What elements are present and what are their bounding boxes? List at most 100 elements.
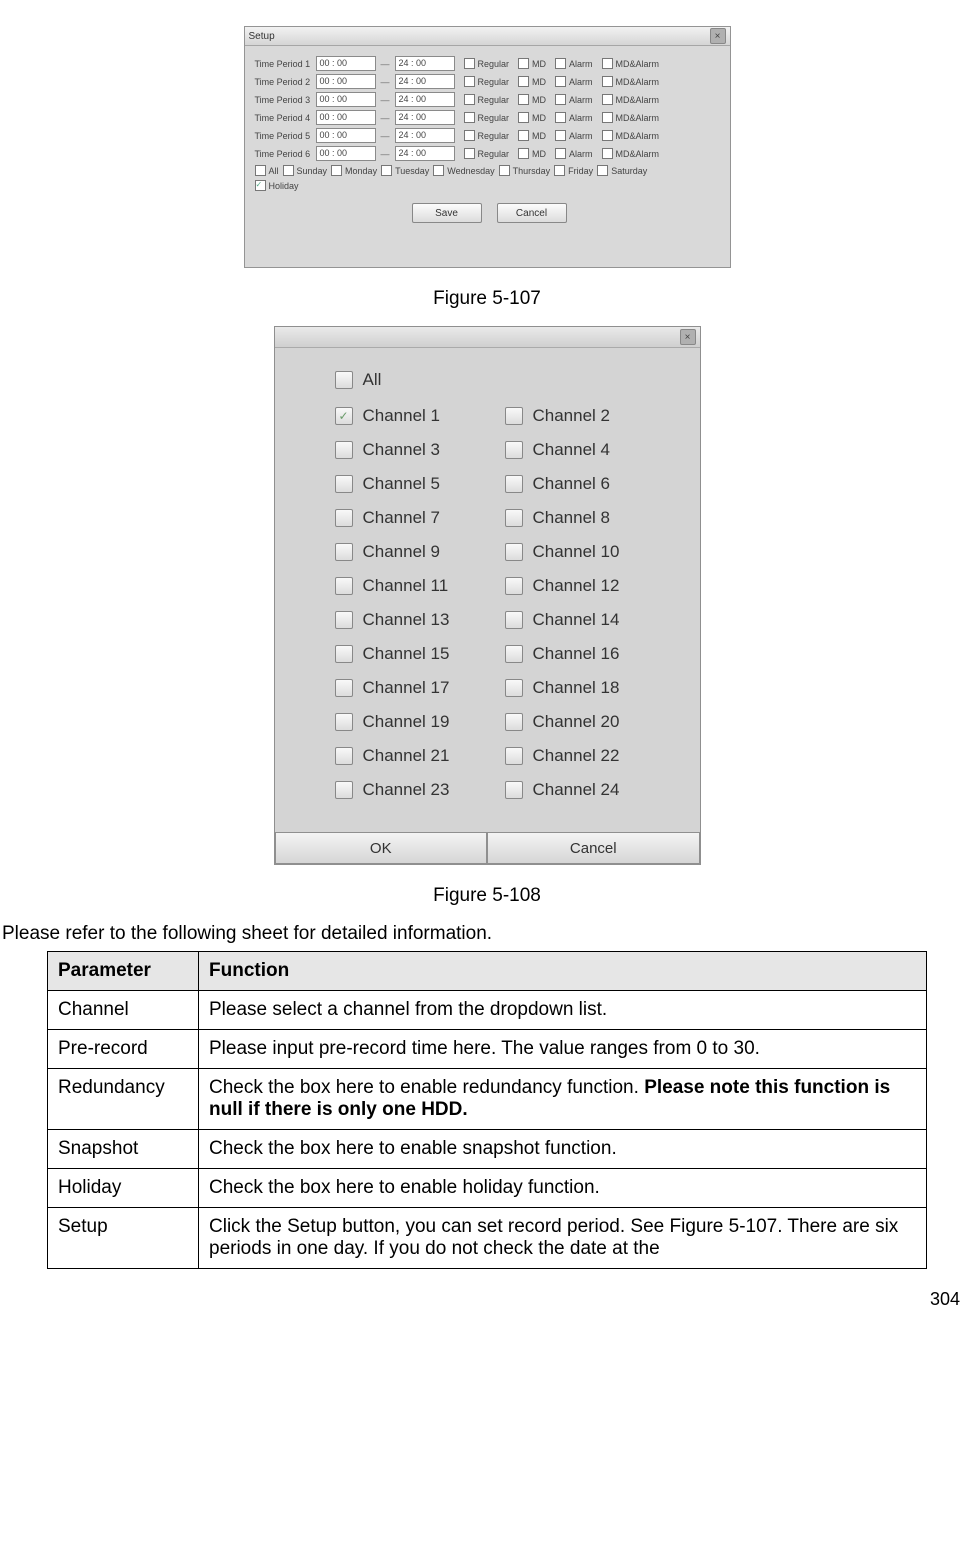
- checkbox-channel[interactable]: [505, 781, 523, 799]
- checkbox-md[interactable]: [518, 130, 529, 141]
- checkbox-md&alarm[interactable]: [602, 76, 613, 87]
- checkbox-alarm[interactable]: [555, 76, 566, 87]
- checkbox-channel[interactable]: [335, 645, 353, 663]
- checkbox-alarm[interactable]: [555, 112, 566, 123]
- checkbox-channel[interactable]: [505, 509, 523, 527]
- table-cell-func: Check the box here to enable holiday fun…: [199, 1169, 927, 1208]
- checkbox-all[interactable]: [335, 371, 353, 389]
- checkbox-channel[interactable]: [505, 577, 523, 595]
- period-label: Time Period 1: [255, 59, 313, 69]
- figure-107-caption: Figure 5-107: [0, 288, 974, 310]
- period-label: Time Period 2: [255, 77, 313, 87]
- checkbox-md[interactable]: [518, 148, 529, 159]
- checkbox-day[interactable]: [331, 165, 342, 176]
- time-start-input[interactable]: 00 : 00: [316, 128, 376, 143]
- channel-label: Channel 8: [533, 508, 611, 528]
- table-cell-func: Please select a channel from the dropdow…: [199, 991, 927, 1030]
- time-end-input[interactable]: 24 : 00: [395, 110, 455, 125]
- checkbox-alarm[interactable]: [555, 130, 566, 141]
- checkbox-channel[interactable]: [335, 441, 353, 459]
- checkbox-alarm[interactable]: [555, 58, 566, 69]
- channel-label: Channel 20: [533, 712, 620, 732]
- checkbox-channel[interactable]: [335, 747, 353, 765]
- time-end-input[interactable]: 24 : 00: [395, 128, 455, 143]
- checkbox-day[interactable]: [283, 165, 294, 176]
- checkbox-md&alarm[interactable]: [602, 148, 613, 159]
- checkbox-day[interactable]: [433, 165, 444, 176]
- checkbox-channel[interactable]: [335, 543, 353, 561]
- page-number: 304: [0, 1269, 974, 1310]
- checkbox-alarm[interactable]: [555, 148, 566, 159]
- checkbox-regular[interactable]: [464, 58, 475, 69]
- checkbox-alarm[interactable]: [555, 94, 566, 105]
- time-start-input[interactable]: 00 : 00: [316, 110, 376, 125]
- checkbox-md[interactable]: [518, 58, 529, 69]
- channel-label: Channel 10: [533, 542, 620, 562]
- channel-label: Channel 24: [533, 780, 620, 800]
- checkbox-channel[interactable]: [335, 509, 353, 527]
- channel-label: Channel 23: [363, 780, 450, 800]
- checkbox-channel[interactable]: [505, 713, 523, 731]
- cancel-button[interactable]: Cancel: [497, 203, 567, 223]
- checkbox-channel[interactable]: [505, 475, 523, 493]
- checkbox-day[interactable]: [381, 165, 392, 176]
- channel-label: Channel 19: [363, 712, 450, 732]
- checkbox-md&alarm[interactable]: [602, 130, 613, 141]
- setup-titlebar: Setup ×: [245, 27, 730, 46]
- table-cell-param: Pre-record: [48, 1030, 199, 1069]
- channel-label: Channel 9: [363, 542, 441, 562]
- close-icon[interactable]: ×: [680, 329, 696, 345]
- checkbox-holiday[interactable]: [255, 180, 266, 191]
- th-function: Function: [199, 952, 927, 991]
- time-end-input[interactable]: 24 : 00: [395, 146, 455, 161]
- period-label: Time Period 6: [255, 149, 313, 159]
- time-end-input[interactable]: 24 : 00: [395, 56, 455, 71]
- checkbox-md&alarm[interactable]: [602, 112, 613, 123]
- table-cell-func: Check the box here to enable snapshot fu…: [199, 1130, 927, 1169]
- period-label: Time Period 5: [255, 131, 313, 141]
- time-end-input[interactable]: 24 : 00: [395, 74, 455, 89]
- checkbox-day[interactable]: [255, 165, 266, 176]
- checkbox-md&alarm[interactable]: [602, 94, 613, 105]
- checkbox-channel[interactable]: [505, 645, 523, 663]
- checkbox-channel[interactable]: [505, 747, 523, 765]
- checkbox-day[interactable]: [597, 165, 608, 176]
- checkbox-channel[interactable]: [505, 441, 523, 459]
- channel-label: Channel 16: [533, 644, 620, 664]
- checkbox-regular[interactable]: [464, 76, 475, 87]
- checkbox-day[interactable]: [499, 165, 510, 176]
- checkbox-md[interactable]: [518, 112, 529, 123]
- ok-button[interactable]: OK: [275, 832, 488, 864]
- checkbox-regular[interactable]: [464, 112, 475, 123]
- checkbox-channel[interactable]: [505, 543, 523, 561]
- close-icon[interactable]: ×: [710, 28, 726, 44]
- checkbox-channel[interactable]: [505, 679, 523, 697]
- checkbox-regular[interactable]: [464, 130, 475, 141]
- channel-label: Channel 13: [363, 610, 450, 630]
- checkbox-day[interactable]: [554, 165, 565, 176]
- checkbox-channel[interactable]: [335, 475, 353, 493]
- checkbox-channel[interactable]: [505, 407, 523, 425]
- checkbox-channel[interactable]: [335, 407, 353, 425]
- channel-label: Channel 6: [533, 474, 611, 494]
- cancel-button[interactable]: Cancel: [487, 832, 700, 864]
- checkbox-channel[interactable]: [335, 713, 353, 731]
- checkbox-channel[interactable]: [335, 679, 353, 697]
- channel-label: Channel 15: [363, 644, 450, 664]
- checkbox-channel[interactable]: [335, 577, 353, 595]
- time-start-input[interactable]: 00 : 00: [316, 56, 376, 71]
- checkbox-channel[interactable]: [335, 611, 353, 629]
- checkbox-md[interactable]: [518, 76, 529, 87]
- time-end-input[interactable]: 24 : 00: [395, 92, 455, 107]
- checkbox-md[interactable]: [518, 94, 529, 105]
- time-start-input[interactable]: 00 : 00: [316, 92, 376, 107]
- checkbox-channel[interactable]: [505, 611, 523, 629]
- checkbox-md&alarm[interactable]: [602, 58, 613, 69]
- save-button[interactable]: Save: [412, 203, 482, 223]
- checkbox-channel[interactable]: [335, 781, 353, 799]
- checkbox-regular[interactable]: [464, 94, 475, 105]
- time-start-input[interactable]: 00 : 00: [316, 74, 376, 89]
- channel-label: Channel 22: [533, 746, 620, 766]
- time-start-input[interactable]: 00 : 00: [316, 146, 376, 161]
- checkbox-regular[interactable]: [464, 148, 475, 159]
